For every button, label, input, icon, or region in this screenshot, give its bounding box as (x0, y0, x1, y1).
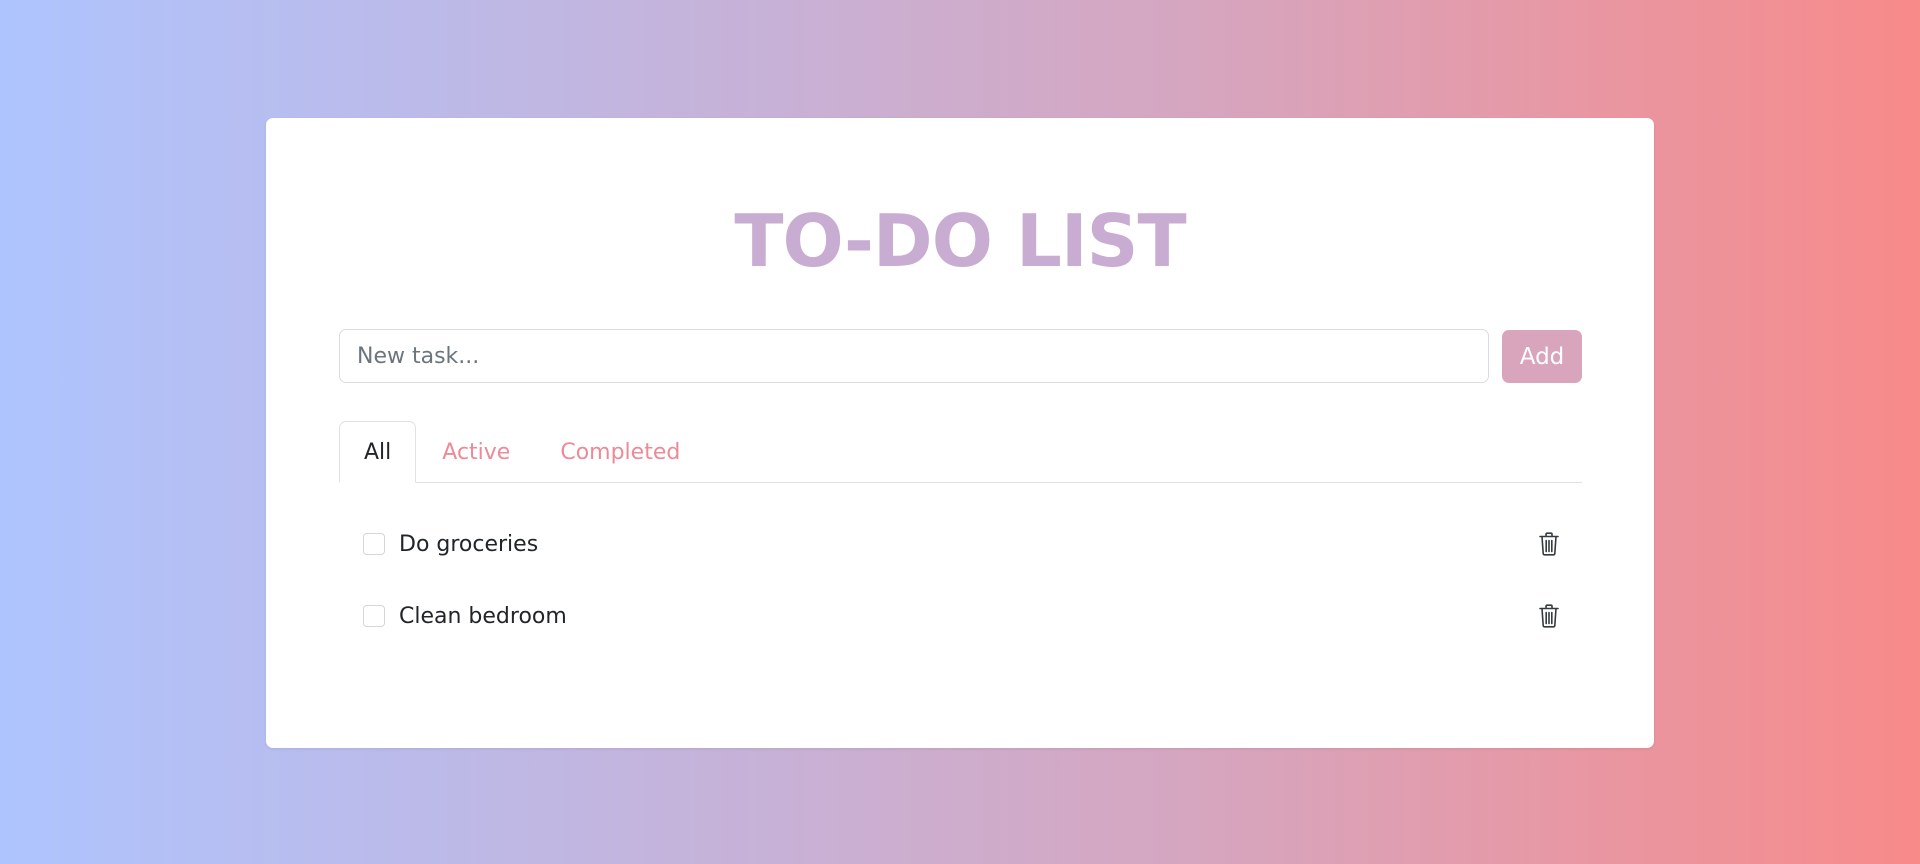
tab-completed[interactable]: Completed (535, 422, 705, 483)
trash-icon[interactable] (1536, 530, 1562, 558)
tab-all[interactable]: All (339, 421, 417, 483)
tab-label: Active (442, 440, 511, 465)
todo-card: TO-DO LIST Add All Active Completed Do g… (266, 118, 1654, 748)
tab-label: Completed (560, 440, 681, 465)
task-item: Clean bedroom (339, 580, 1582, 652)
add-task-button[interactable]: Add (1502, 330, 1582, 383)
new-task-input[interactable] (339, 329, 1489, 383)
task-checkbox[interactable] (363, 605, 385, 627)
tab-active[interactable]: Active (417, 422, 535, 483)
task-label: Clean bedroom (399, 603, 567, 629)
task-label: Do groceries (399, 531, 539, 557)
trash-icon[interactable] (1536, 602, 1562, 630)
page-title: TO-DO LIST (734, 199, 1186, 283)
tab-label: All (364, 439, 392, 465)
task-list: Do groceries Clean bedroom (339, 508, 1582, 652)
task-item: Do groceries (339, 508, 1582, 580)
task-checkbox[interactable] (363, 533, 385, 555)
filter-tabs: All Active Completed (339, 421, 1582, 483)
